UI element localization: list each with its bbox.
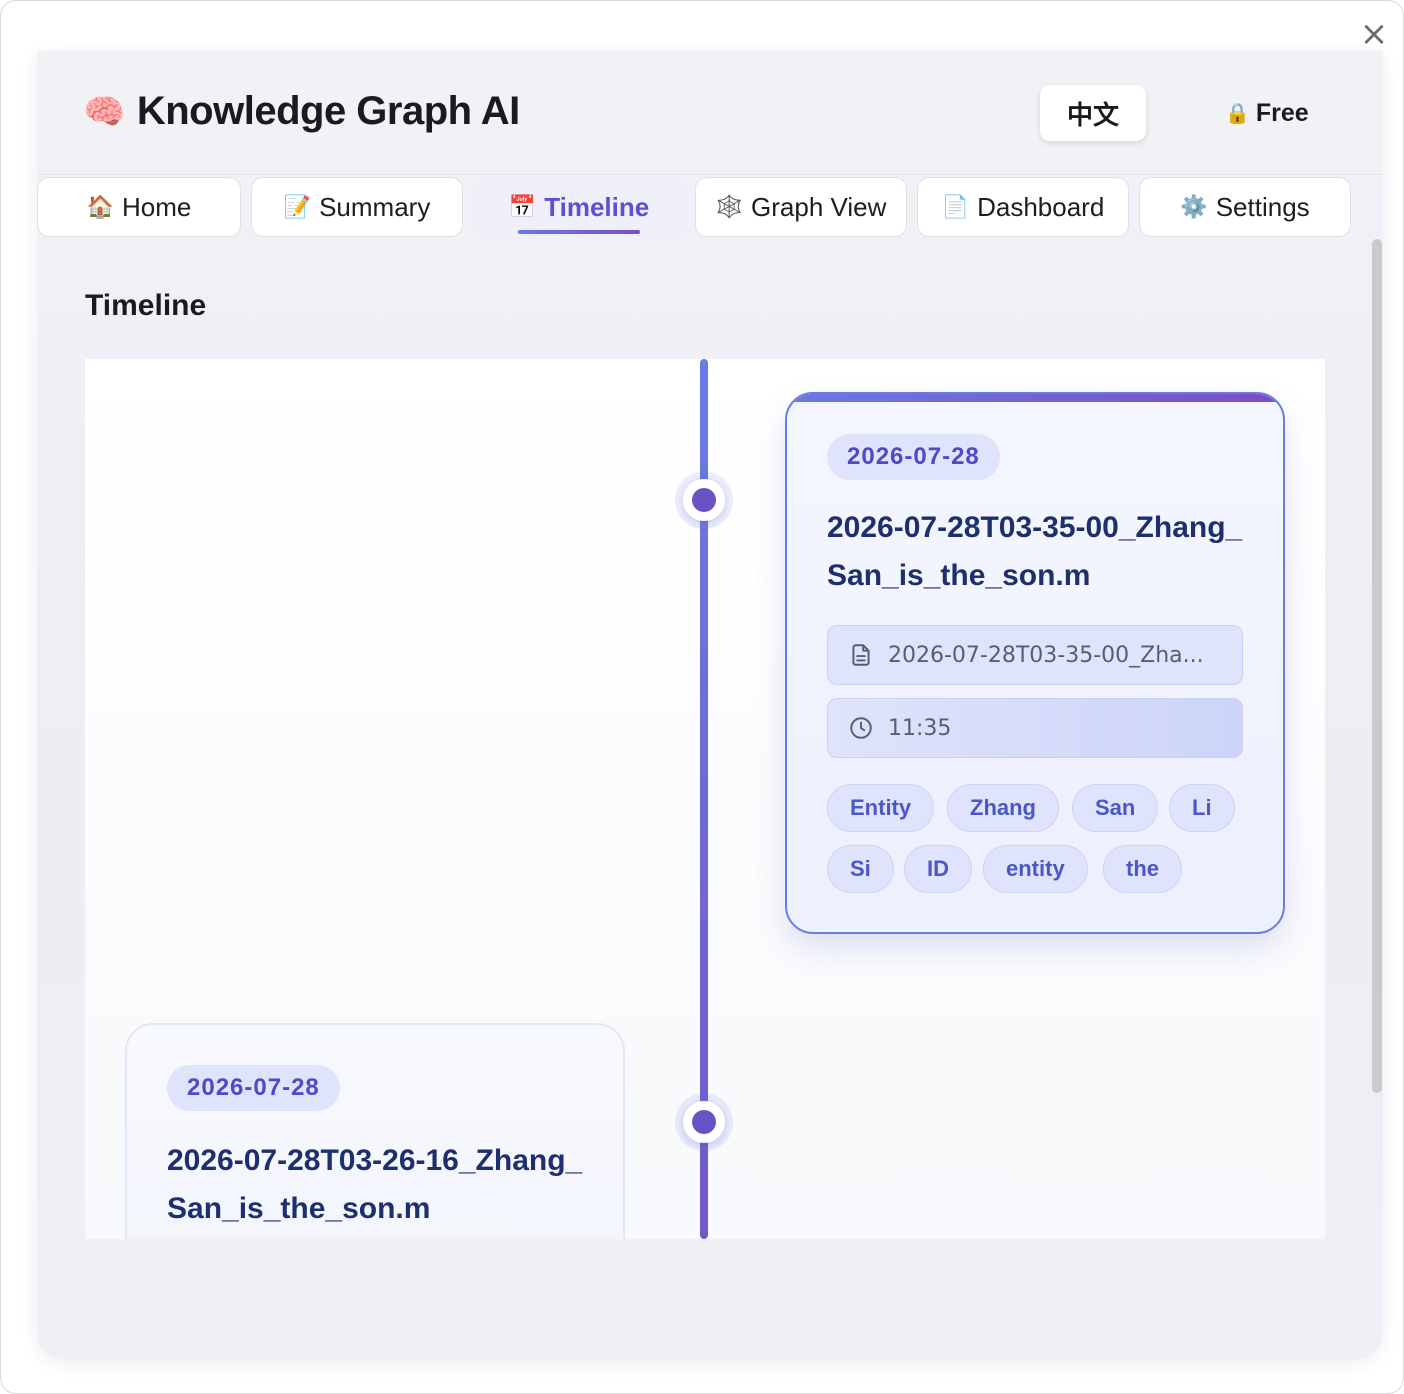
file-icon <box>852 644 870 666</box>
gear-icon: ⚙️ <box>1180 194 1208 220</box>
tag-list: Entity Zhang San Li Si ID entity the <box>827 784 1257 894</box>
calendar-icon: 📅 <box>508 194 537 220</box>
memo-icon: 📝 <box>283 194 312 220</box>
tag-chip[interactable]: Li <box>1169 784 1235 832</box>
tab-timeline[interactable]: 📅 Timeline <box>473 177 685 237</box>
tab-graph-view[interactable]: 🕸️ Graph View <box>695 177 907 237</box>
language-toggle-button[interactable]: 中文 <box>1040 85 1146 141</box>
house-icon: 🏠 <box>86 194 115 220</box>
tag-chip[interactable]: ID <box>904 845 972 893</box>
card-title: 2026-07-28T03-26-16_Zhang_San_is_the_son… <box>167 1144 583 1225</box>
timeline-dot <box>683 479 725 521</box>
plan-badge[interactable]: 🔒 Free <box>1225 95 1309 131</box>
tab-label: Summary <box>319 191 431 222</box>
tab-home[interactable]: 🏠 Home <box>37 177 241 237</box>
active-tab-indicator <box>518 230 640 234</box>
timeline-card[interactable]: 2026-07-28 2026-07-28T03-35-00_Zhang_San… <box>785 392 1285 934</box>
section-title: Timeline <box>85 289 207 322</box>
tab-label: Home <box>122 191 192 222</box>
clock-icon <box>850 717 872 739</box>
close-icon[interactable]: × <box>1359 17 1389 51</box>
tab-summary[interactable]: 📝 Summary <box>251 177 463 237</box>
tab-label: Timeline <box>544 191 650 222</box>
brain-icon: 🧠 <box>83 91 125 132</box>
date-badge: 2026-07-28 <box>827 434 1000 480</box>
app-title: 🧠 Knowledge Graph AI <box>83 89 520 134</box>
file-name: 2026-07-28T03-35-00_Zha... <box>888 642 1204 668</box>
app-window: × 🧠 Knowledge Graph AI 中文 🔒 Free 🏠 Home … <box>0 0 1404 1394</box>
tab-label: Graph View <box>751 191 887 222</box>
tag-chip[interactable]: the <box>1103 845 1182 893</box>
time-row: 11:35 <box>827 698 1243 758</box>
app-title-text: Knowledge Graph AI <box>136 89 520 133</box>
tag-chip[interactable]: San <box>1072 784 1159 832</box>
date-badge: 2026-07-28 <box>167 1065 340 1111</box>
tab-bar: 🏠 Home 📝 Summary 📅 Timeline 🕸️ Graph Vie… <box>37 177 1383 239</box>
spider-web-icon: 🕸️ <box>715 194 744 220</box>
tab-label: Dashboard <box>977 191 1105 222</box>
tag-chip[interactable]: Zhang <box>947 784 1059 832</box>
card-accent-bar <box>787 394 1283 402</box>
timeline-area: 2026-07-28 2026-07-28T03-35-00_Zhang_San… <box>85 359 1325 1239</box>
scrollbar-thumb[interactable] <box>1372 239 1382 1093</box>
tag-chip[interactable]: entity <box>983 845 1088 893</box>
timeline-card[interactable]: 2026-07-28 2026-07-28T03-26-16_Zhang_San… <box>125 1023 625 1239</box>
panel-footer <box>37 1239 1383 1359</box>
time-value: 11:35 <box>888 715 952 741</box>
timeline-dot <box>683 1101 725 1143</box>
file-row[interactable]: 2026-07-28T03-35-00_Zha... <box>827 625 1243 685</box>
app-header: 🧠 Knowledge Graph AI 中文 🔒 Free <box>37 51 1383 175</box>
lock-icon: 🔒 <box>1225 101 1250 125</box>
card-title: 2026-07-28T03-35-00_Zhang_San_is_the_son… <box>827 511 1243 592</box>
document-icon: 📄 <box>941 194 970 220</box>
tab-dashboard[interactable]: 📄 Dashboard <box>917 177 1129 237</box>
tab-settings[interactable]: ⚙️ Settings <box>1139 177 1351 237</box>
tag-chip[interactable]: Entity <box>827 784 935 832</box>
tab-label: Settings <box>1215 191 1310 222</box>
tag-chip[interactable]: Si <box>827 845 894 893</box>
main-panel: 🧠 Knowledge Graph AI 中文 🔒 Free 🏠 Home 📝 … <box>37 51 1383 1359</box>
plan-label: Free <box>1255 98 1309 127</box>
